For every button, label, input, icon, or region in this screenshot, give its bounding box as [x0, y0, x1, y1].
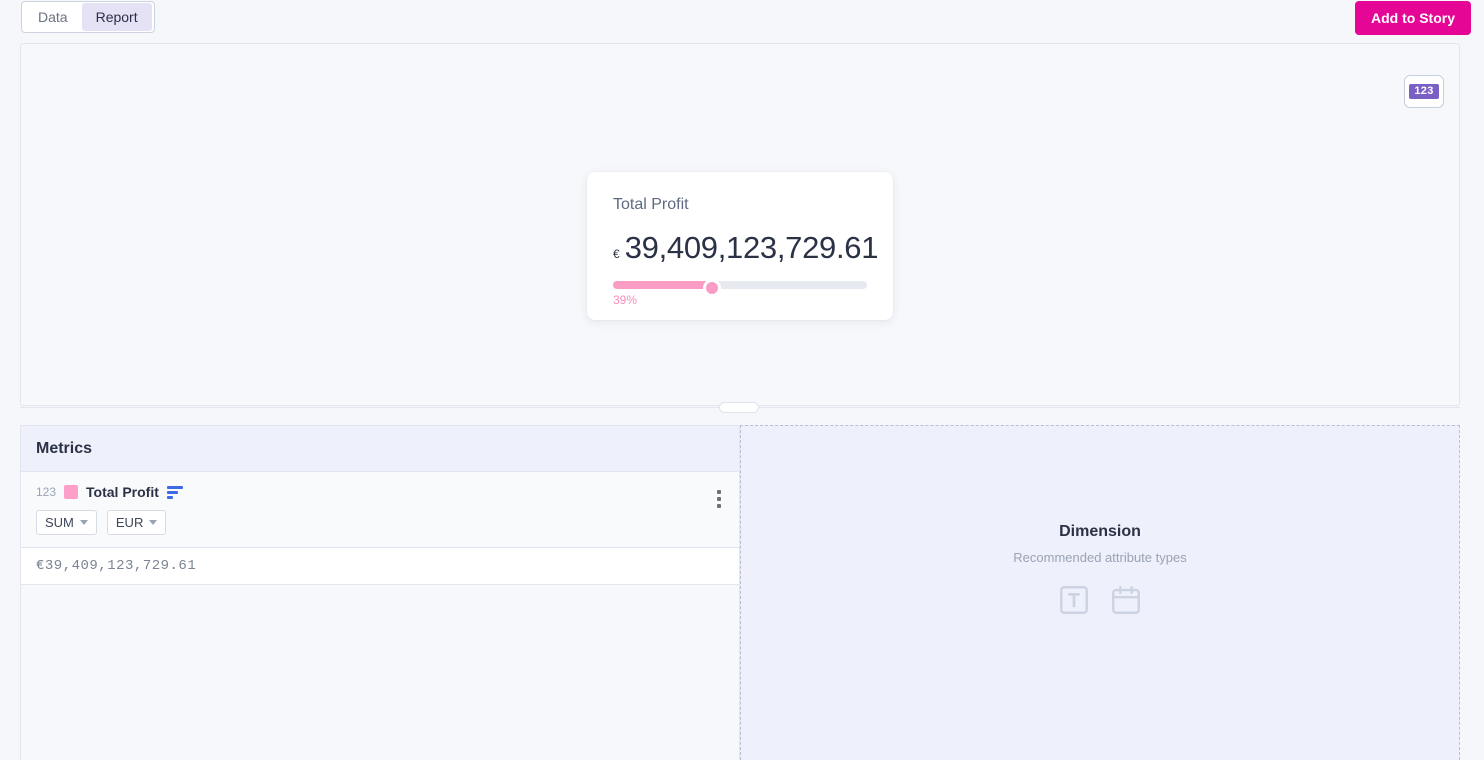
dimension-icon-row — [1013, 583, 1186, 622]
metric-name: Total Profit — [86, 484, 159, 500]
tab-report[interactable]: Report — [81, 3, 152, 31]
kpi-value: 39,409,123,729.61 — [624, 230, 879, 265]
aggregation-select[interactable]: SUM — [36, 510, 97, 535]
metric-row-header: 123 Total Profit — [36, 484, 724, 500]
report-canvas: 123 Total Profit € 39,409,123,729.61 39% — [20, 43, 1460, 406]
kpi-progress: 39% — [613, 279, 867, 307]
metrics-panel-title: Metrics — [36, 439, 93, 457]
dimension-drop-zone[interactable]: Dimension Recommended attribute types — [740, 425, 1460, 760]
tab-data[interactable]: Data — [24, 3, 82, 31]
metric-value: €39,409,123,729.61 — [36, 558, 197, 574]
metric-row[interactable]: 123 Total Profit SUM EUR — [21, 472, 739, 548]
view-mode-tabs: Data Report — [21, 1, 155, 33]
kpi-currency-symbol: € — [613, 247, 620, 261]
metric-controls: SUM EUR — [36, 510, 724, 535]
kpi-progress-handle[interactable] — [703, 279, 722, 297]
top-toolbar: Data Report Add to Story — [0, 0, 1484, 35]
sort-descending-icon[interactable] — [166, 485, 183, 499]
kpi-title: Total Profit — [613, 196, 689, 213]
add-to-story-button[interactable]: Add to Story — [1355, 1, 1471, 35]
visualization-type-button[interactable]: 123 — [1404, 75, 1444, 108]
currency-select[interactable]: EUR — [106, 510, 167, 535]
kpi-progress-fill — [613, 281, 713, 289]
chevron-down-icon — [79, 520, 88, 525]
panel-resize-handle[interactable] — [719, 402, 759, 413]
chevron-down-icon — [149, 520, 158, 525]
dimension-placeholder: Dimension Recommended attribute types — [1013, 522, 1187, 622]
kpi-value-row: € 39,409,123,729.61 — [613, 230, 878, 266]
dimension-title: Dimension — [1059, 522, 1141, 540]
metric-type-label: 123 — [36, 485, 57, 499]
metric-color-swatch[interactable] — [64, 485, 79, 499]
kpi-progress-label: 39% — [613, 293, 638, 307]
metrics-panel-header: Metrics — [21, 426, 739, 472]
metrics-panel: Metrics 123 Total Profit SUM EUR €39,409… — [20, 425, 740, 760]
kpi-card[interactable]: Total Profit € 39,409,123,729.61 39% — [587, 172, 893, 320]
date-attribute-icon — [1109, 583, 1143, 622]
currency-value: EUR — [115, 515, 144, 530]
metric-value-row: €39,409,123,729.61 — [21, 548, 739, 585]
aggregation-value: SUM — [45, 515, 74, 530]
dimension-subtitle: Recommended attribute types — [1013, 549, 1187, 565]
kpi-progress-track — [613, 279, 867, 297]
kebab-menu-icon[interactable] — [713, 486, 725, 512]
number-badge-icon: 123 — [1409, 84, 1439, 99]
text-attribute-icon — [1057, 583, 1091, 622]
